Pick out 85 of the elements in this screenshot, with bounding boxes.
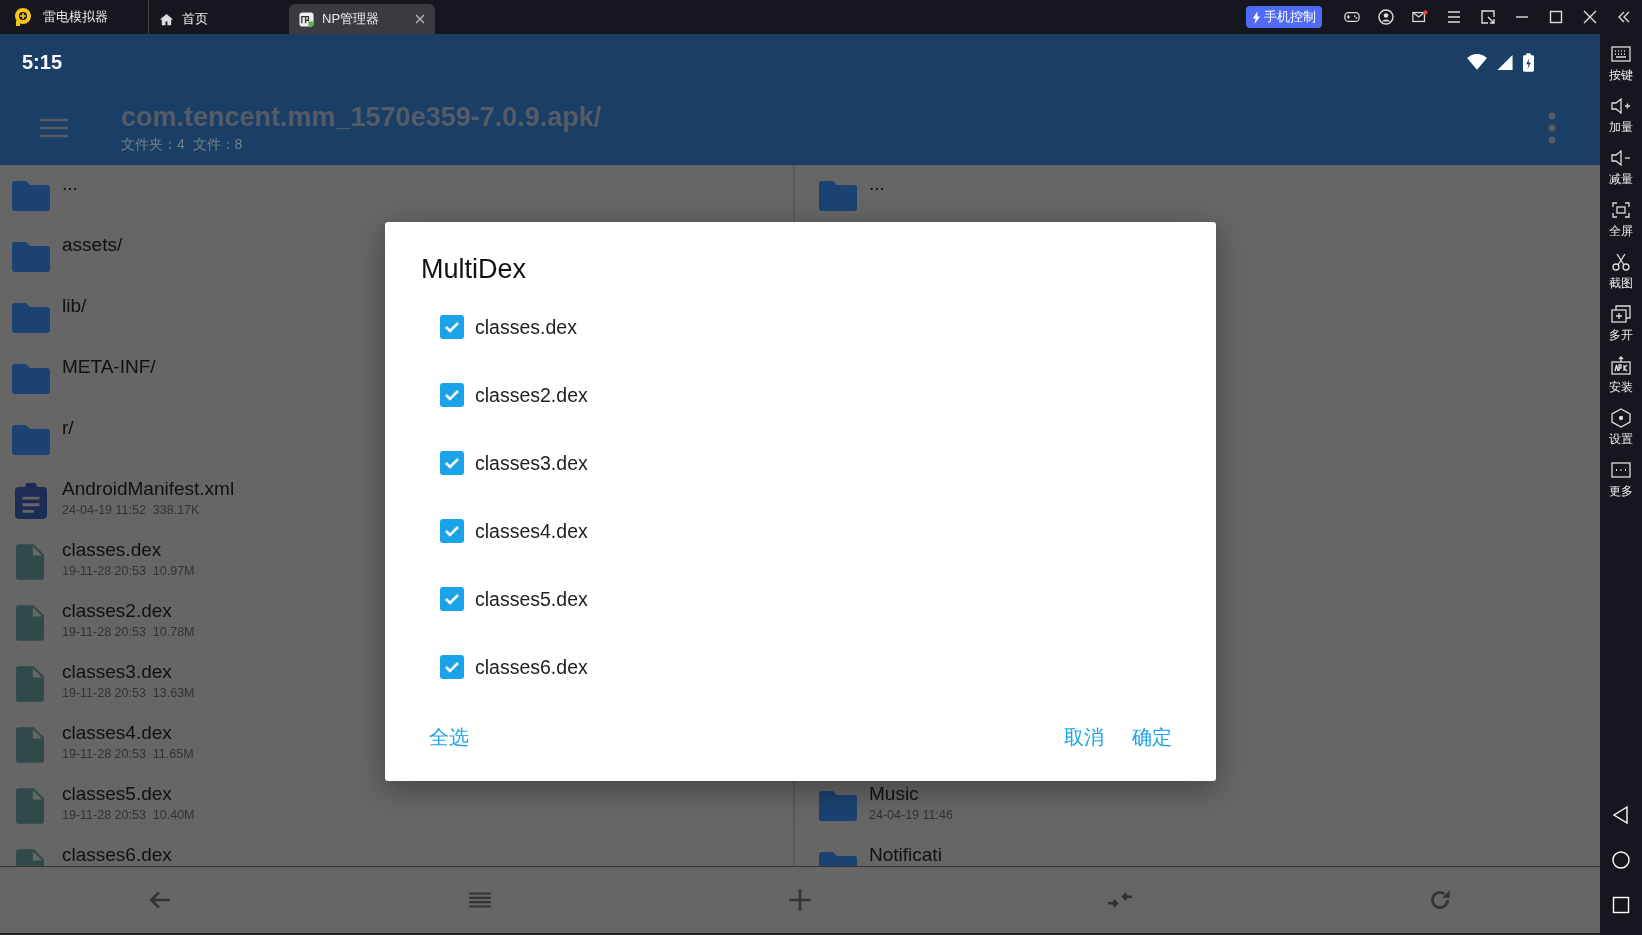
side-label[interactable]: 多开 [1609,327,1633,344]
folder-icon [12,303,50,333]
settings-icon[interactable] [1610,408,1632,428]
back-icon[interactable] [1611,805,1631,825]
file-name: assets/ [62,234,123,256]
checkbox-label[interactable]: classes5.dex [475,587,588,611]
file-name: classes4.dex [62,722,173,744]
side-label[interactable]: 减量 [1609,171,1633,188]
signal-icon [1495,53,1515,71]
side-label[interactable]: 全屏 [1609,223,1633,240]
folder-icon [819,791,857,821]
home-icon [159,11,174,27]
folder-icon [12,425,50,455]
side-label[interactable]: 按键 [1609,67,1633,84]
file-icon [16,544,44,580]
app-icon [299,11,314,27]
folder-icon [12,242,50,272]
checkbox[interactable] [440,451,464,475]
file-name: META-INF/ [62,356,156,378]
checkbox[interactable] [440,383,464,407]
keyboard-icon[interactable] [1610,44,1632,64]
file-name: classes2.dex [62,600,173,622]
file-name: classes5.dex [62,783,173,805]
wifi-icon [1467,53,1487,71]
dialog-title: MultiDex [421,254,528,285]
checkbox-label[interactable]: classes.dex [475,315,577,339]
file-name: AndroidManifest.xml [62,478,235,500]
multi-window-icon[interactable] [1610,304,1632,324]
file-icon [16,727,44,763]
browser-tab[interactable]: NP管理器 [289,4,435,34]
checkbox[interactable] [440,655,464,679]
logo-icon [13,7,33,27]
close-icon[interactable] [415,14,425,24]
side-label[interactable]: 安装 [1609,379,1633,396]
user-icon[interactable] [1378,9,1394,25]
checkbox-label[interactable]: classes4.dex [475,519,588,543]
checkbox[interactable] [440,519,464,543]
volume-up-icon[interactable] [1610,96,1632,116]
more-icon[interactable] [1610,460,1632,480]
clock: 5:15 [22,50,63,74]
recents-icon[interactable] [1611,895,1631,915]
apk-icon[interactable] [1610,356,1632,376]
fullscreen-icon[interactable] [1610,200,1632,220]
file-name: classes3.dex [62,661,173,683]
lightning-icon [1252,10,1261,24]
folder-icon [12,181,50,211]
file-name: Notificati [869,844,942,866]
checkbox-label[interactable]: classes6.dex [475,655,588,679]
file-icon [16,666,44,702]
path-title: com.tencent.mm_1570e359-7.0.9.apk/ [121,101,602,133]
menu-icon[interactable] [1446,9,1462,25]
browser-tab[interactable]: 首页 [149,4,289,34]
checkbox-label[interactable]: classes3.dex [475,451,588,475]
window-shrink-icon[interactable] [1480,9,1496,25]
phone-control-button[interactable]: 手机控制 [1246,6,1322,28]
side-label[interactable]: 更多 [1609,483,1633,500]
file-name: Music [869,783,920,805]
volume-down-icon[interactable] [1610,148,1632,168]
folder-icon [819,181,857,211]
folder-count: 文件夹：4 文件：8 [121,135,244,154]
file-name: classes.dex [62,539,163,561]
file-icon [16,605,44,641]
side-label[interactable]: 加量 [1609,119,1633,136]
side-label[interactable]: 设置 [1609,431,1633,448]
checkbox[interactable] [440,315,464,339]
gamepad-icon[interactable] [1344,9,1360,25]
file-name: ... [869,173,885,195]
file-name: classes6.dex [62,844,172,866]
close-icon[interactable] [1582,9,1598,25]
file-icon [16,788,44,824]
home-icon[interactable] [1611,850,1631,870]
maximize-icon[interactable] [1548,9,1564,25]
mail-icon[interactable] [1412,9,1428,25]
battery-icon [1523,52,1534,72]
file-name: ... [62,173,78,195]
app-name: 雷电模拟器 [43,8,108,26]
file-name: lib/ [62,295,87,317]
file-name: r/ [62,417,74,439]
scissors-icon[interactable] [1610,252,1632,272]
folder-icon [12,364,50,394]
checkbox-label[interactable]: classes2.dex [475,383,588,407]
clipboard-icon [15,483,47,519]
side-label[interactable]: 截图 [1609,275,1633,292]
checkbox[interactable] [440,587,464,611]
collapse-icon[interactable] [1616,9,1632,25]
